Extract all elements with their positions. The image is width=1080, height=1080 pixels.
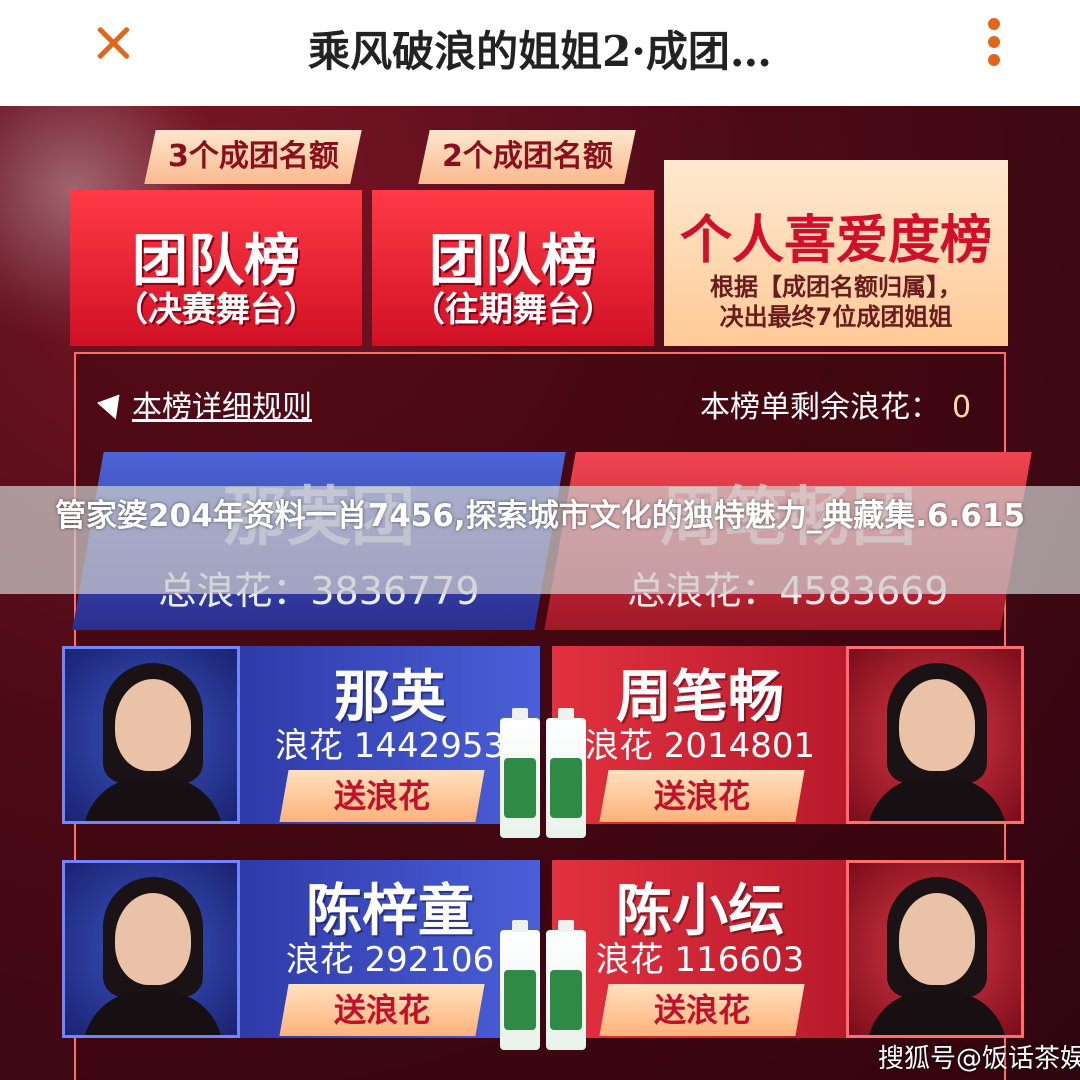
tab-description: 根据【成团名额归属】， 决出最终7位成团姐姐	[710, 273, 962, 331]
drink-bottle-image	[546, 920, 586, 1050]
send-waves-button[interactable]: 送浪花	[599, 984, 805, 1036]
contestant-score: 浪花 116603	[595, 940, 805, 980]
avatar[interactable]	[62, 646, 240, 824]
tab-team-past[interactable]: 团队榜 （往期舞台）	[372, 190, 654, 346]
watermark: 搜狐号@饭话茶娱	[878, 1044, 1080, 1074]
remaining-waves: 本榜单剩余浪花： 0	[700, 390, 972, 425]
page-title: 乘风破浪的姐姐2·成团…	[308, 27, 772, 76]
drink-bottle-image	[546, 708, 586, 838]
close-icon[interactable]	[88, 18, 138, 68]
avatar[interactable]	[62, 860, 240, 1038]
tab-sub-label: （决赛舞台）	[114, 290, 318, 330]
tab-tag-past: 2个成团名额	[418, 130, 636, 184]
contestant-score: 浪花 292106	[285, 940, 495, 980]
drink-bottle-image	[500, 920, 540, 1050]
banner-text: 管家婆204年资料一肖7456,探索城市文化的独特魅力_典藏集.6.615	[54, 498, 1026, 534]
tab-personal-favorite[interactable]: 个人喜爱度榜 根据【成团名额归属】， 决出最终7位成团姐姐	[664, 160, 1008, 346]
top-nav-bar: 乘风破浪的姐姐2·成团…	[0, 0, 1080, 106]
send-waves-button[interactable]: 送浪花	[279, 770, 485, 822]
overlay-banner: 管家婆204年资料一肖7456,探索城市文化的独特魅力_典藏集.6.615	[0, 486, 1080, 594]
send-waves-button[interactable]: 送浪花	[599, 770, 805, 822]
tab-team-final[interactable]: 团队榜 （决赛舞台）	[70, 190, 362, 346]
contestant-score: 浪花 2014801	[584, 726, 816, 766]
drink-bottle-image	[500, 708, 540, 838]
triangle-icon	[96, 394, 128, 423]
avatar[interactable]	[846, 860, 1024, 1038]
send-waves-button[interactable]: 送浪花	[279, 984, 485, 1036]
tab-main-label: 个人喜爱度榜	[679, 211, 992, 271]
avatar[interactable]	[846, 646, 1024, 824]
more-options-icon[interactable]	[982, 16, 1006, 68]
tab-tag-final: 3个成团名额	[144, 130, 362, 184]
rules-link[interactable]: 本榜详细规则	[96, 382, 312, 426]
tab-sub-label: （往期舞台）	[411, 290, 615, 330]
contestant-score: 浪花 1442953	[274, 726, 506, 766]
